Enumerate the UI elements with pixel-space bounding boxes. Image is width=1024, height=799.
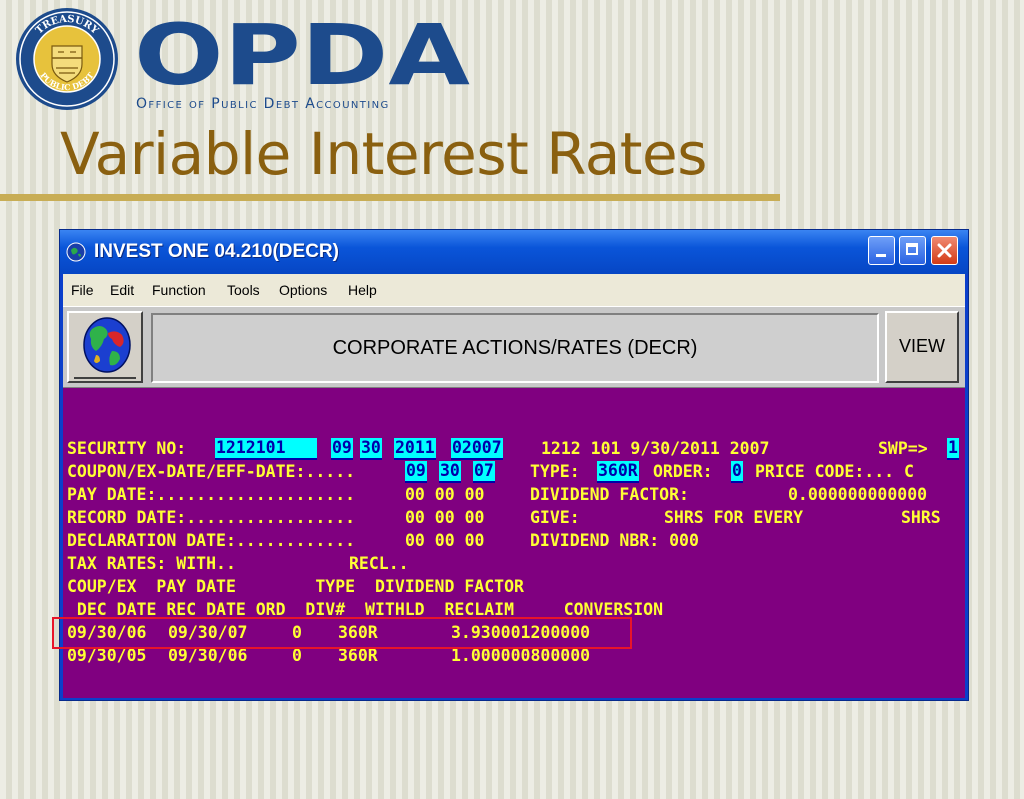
dividend-factor-label: DIVIDEND FACTOR:	[530, 485, 689, 504]
tax-rates-line: TAX RATES: WITH.. RECL..	[67, 553, 967, 575]
security-day-field[interactable]: 30	[360, 438, 382, 460]
menu-file[interactable]: File	[71, 282, 94, 298]
globe-button[interactable]	[67, 311, 143, 383]
screen-title-panel: CORPORATE ACTIONS/RATES (DECR)	[151, 313, 879, 383]
menu-function[interactable]: Function	[152, 282, 206, 298]
globe-underline	[74, 377, 136, 379]
recl: RECL..	[349, 554, 409, 573]
menu-help[interactable]: Help	[348, 282, 377, 298]
brand-logo: OPDA	[134, 18, 474, 90]
order-field[interactable]: 0	[731, 461, 743, 483]
coupon-year-field[interactable]: 07	[473, 461, 495, 483]
declaration-line: DECLARATION DATE:............ 00 00 00 D…	[67, 530, 967, 552]
highlight-annotation	[52, 617, 632, 649]
close-button[interactable]	[931, 236, 958, 265]
menu-edit[interactable]: Edit	[110, 282, 134, 298]
security-label: SECURITY NO:	[67, 439, 187, 458]
coupon-line: COUPON/EX-DATE/EFF-DATE:..... 09 30 07 T…	[67, 461, 967, 483]
coupon-month-field[interactable]: 09	[405, 461, 427, 483]
menu-bar: File Edit Function Tools Options Help	[63, 274, 965, 306]
terminal-screen: SECURITY NO: 1212101 09 30 2011 02007 12…	[63, 388, 965, 698]
type-field[interactable]: 360R	[597, 461, 639, 483]
pay-date-label: PAY DATE:....................	[67, 485, 356, 504]
declaration-value: 00 00 00	[405, 531, 485, 550]
brand-subtitle: Office of Public Debt Accounting	[136, 96, 390, 112]
window-titlebar[interactable]: INVEST ONE 04.210(DECR)	[60, 230, 968, 274]
price-code: PRICE CODE:... C	[755, 462, 914, 481]
security-suffix-field[interactable]: 02007	[451, 438, 503, 460]
dividend-factor-value: 0.000000000000	[788, 485, 928, 504]
maximize-icon	[906, 243, 918, 255]
security-line: SECURITY NO: 1212101 09 30 2011 02007 12…	[67, 438, 967, 460]
view-button[interactable]: VIEW	[885, 311, 959, 383]
swp-label: SWP=>	[878, 439, 928, 458]
coupon-day-field[interactable]: 30	[439, 461, 461, 483]
record-date-line: RECORD DATE:................. 00 00 00 G…	[67, 507, 967, 529]
security-month-field[interactable]: 09	[331, 438, 353, 460]
security-number-field[interactable]: 1212101	[215, 438, 317, 460]
close-icon	[937, 243, 952, 258]
record-date-label: RECORD DATE:.................	[67, 508, 356, 527]
record-date-value: 00 00 00	[405, 508, 485, 527]
swp-field[interactable]: 1	[947, 438, 959, 460]
declaration-label: DECLARATION DATE:............	[67, 531, 356, 550]
security-echo: 1212 101 9/30/2011 2007	[541, 439, 770, 458]
menu-tools[interactable]: Tools	[227, 282, 260, 298]
give-label: GIVE:	[530, 508, 580, 527]
title-divider	[0, 194, 780, 201]
toolbar: CORPORATE ACTIONS/RATES (DECR) VIEW	[63, 306, 965, 388]
pay-date-value: 00 00 00	[405, 485, 485, 504]
tax-rates: TAX RATES: WITH..	[67, 554, 236, 573]
minimize-icon	[876, 254, 886, 257]
menu-options[interactable]: Options	[279, 282, 327, 298]
app-icon[interactable]	[66, 242, 86, 262]
screen-title: CORPORATE ACTIONS/RATES (DECR)	[332, 337, 698, 359]
globe-icon	[83, 317, 131, 373]
pay-date-line: PAY DATE:.................... 00 00 00 D…	[67, 484, 967, 506]
treasury-seal-logo: TREASURY PUBLIC DEBT	[14, 6, 120, 112]
slide-title: Variable Interest Rates	[60, 120, 707, 188]
table-header-1: COUP/EX PAY DATE TYPE DIVIDEND FACTOR	[67, 577, 524, 596]
type-label: TYPE:	[530, 462, 580, 481]
dividend-nbr: DIVIDEND NBR: 000	[530, 531, 699, 550]
give-end: SHRS	[901, 508, 941, 527]
maximize-button[interactable]	[899, 236, 926, 265]
order-label: ORDER:	[653, 462, 713, 481]
coupon-label: COUPON/EX-DATE/EFF-DATE:.....	[67, 462, 356, 481]
give-middle: SHRS FOR EVERY	[664, 508, 804, 527]
brand-name: OPDA	[134, 18, 470, 90]
security-year-field[interactable]: 2011	[394, 438, 436, 460]
window-title: INVEST ONE 04.210(DECR)	[94, 241, 339, 262]
minimize-button[interactable]	[868, 236, 895, 265]
